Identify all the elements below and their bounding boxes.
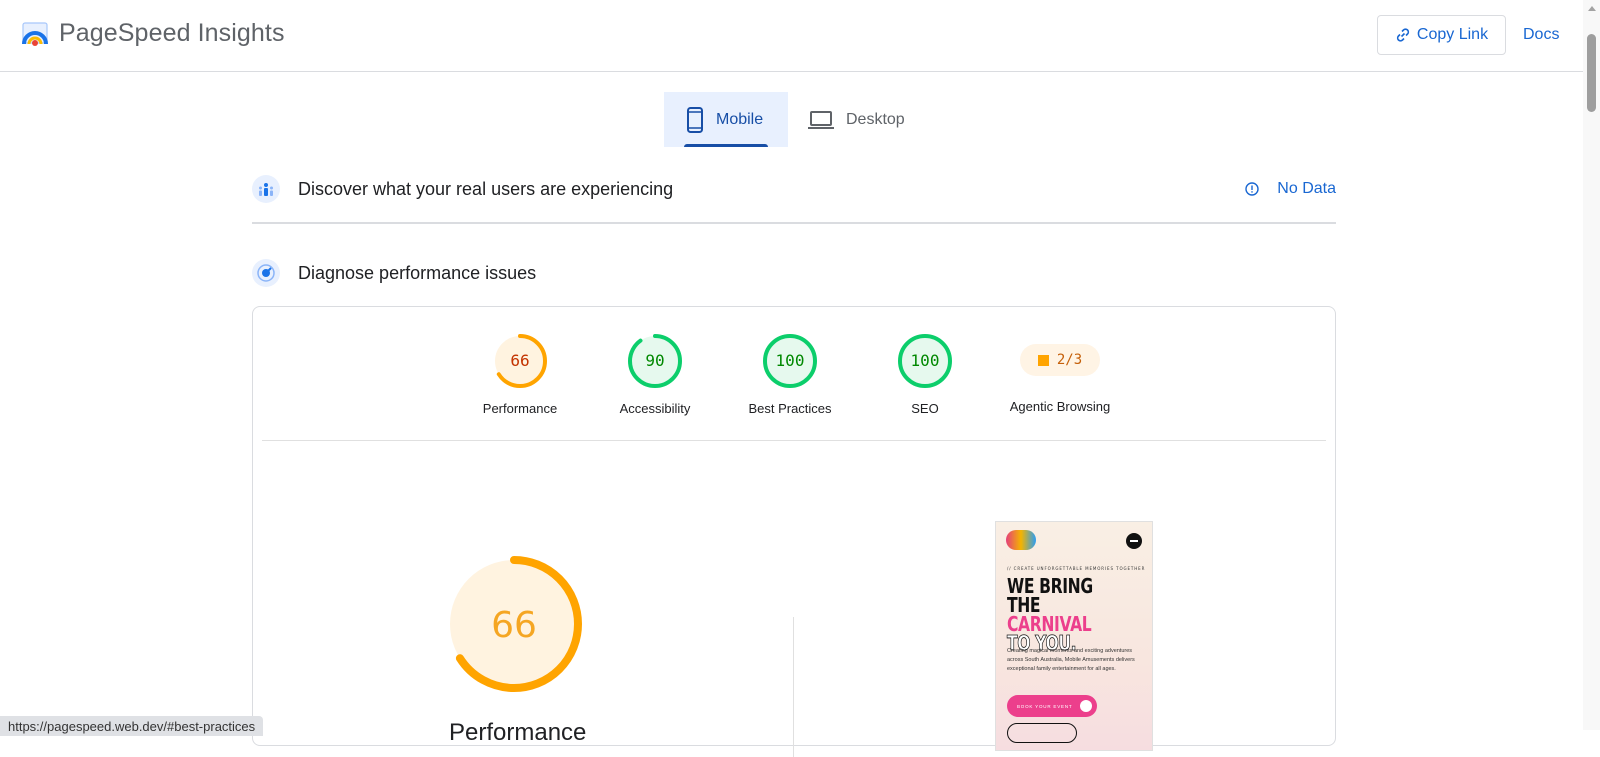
hamburger-menu-icon — [1126, 533, 1142, 549]
seo-score: 100 — [911, 351, 940, 370]
no-data-label: No Data — [1277, 180, 1336, 197]
accessibility-gauge-icon: 90 — [628, 334, 682, 388]
site-logo-icon — [1006, 530, 1036, 550]
best-practices-label: Best Practices — [748, 401, 832, 416]
link-icon — [1396, 28, 1410, 42]
performance-score: 66 — [510, 351, 529, 370]
vertical-scrollbar[interactable] — [1583, 0, 1600, 730]
tab-desktop-label: Desktop — [846, 110, 905, 128]
performance-gauge-icon: 66 — [493, 334, 547, 388]
scroll-up-arrow-icon[interactable] — [1588, 6, 1596, 11]
best-practices-score: 100 — [776, 351, 805, 370]
accessibility-score: 90 — [645, 351, 664, 370]
tab-mobile-label: Mobile — [716, 110, 764, 128]
vertical-divider — [793, 617, 794, 757]
best-practices-gauge-icon: 100 — [763, 334, 817, 388]
site-heading-line1: WE BRING THE — [1007, 574, 1093, 617]
agentic-browsing-score: 2/3 — [1056, 352, 1083, 368]
diagnose-icon — [252, 259, 280, 287]
site-tagline: // CREATE UNFORGETTABLE MEMORIES TOGETHE… — [1007, 566, 1146, 571]
site-secondary-button — [1007, 723, 1077, 743]
page-screenshot: // CREATE UNFORGETTABLE MEMORIES TOGETHE… — [995, 521, 1153, 751]
no-data-indicator[interactable]: No Data — [1245, 180, 1336, 198]
site-cta-label: BOOK YOUR EVENT — [1017, 703, 1073, 709]
report-card: 66 Performance 90 Accessibility 100 Best… — [252, 306, 1336, 757]
arrow-circle-icon — [1080, 700, 1092, 712]
performance-big-score: 66 — [491, 605, 537, 646]
diagnose-section: Diagnose performance issues — [252, 253, 1336, 293]
gauge-best-practices[interactable]: 100 Best Practices — [725, 333, 855, 416]
docs-link[interactable]: Docs — [1523, 26, 1559, 44]
accessibility-label: Accessibility — [619, 401, 691, 416]
real-users-title[interactable]: Discover what your real users are experi… — [298, 179, 673, 200]
agentic-browsing-label: Agentic Browsing — [1009, 399, 1111, 414]
seo-label: SEO — [911, 401, 939, 416]
section-divider — [252, 222, 1336, 224]
diagnose-title[interactable]: Diagnose performance issues — [298, 263, 536, 284]
mobile-phone-icon — [687, 106, 703, 133]
site-heading: WE BRING THE CARNIVAL TO YOU. — [1007, 574, 1120, 653]
gauge-performance[interactable]: 66 Performance — [455, 333, 585, 416]
gauge-accessibility[interactable]: 90 Accessibility — [590, 333, 720, 416]
site-cta-button: BOOK YOUR EVENT — [1007, 695, 1097, 717]
performance-big-gauge[interactable]: 66 — [444, 554, 584, 694]
gauge-seo[interactable]: 100 SEO — [860, 333, 990, 416]
copy-link-button[interactable]: Copy Link — [1377, 15, 1506, 55]
card-divider — [262, 440, 1326, 441]
performance-detail-title: Performance — [449, 719, 587, 746]
score-gauges: 66 Performance 90 Accessibility 100 Best… — [253, 307, 1335, 441]
device-tabs: Mobile Desktop — [664, 92, 927, 147]
gauge-agentic-browsing[interactable]: 2/3 Agentic Browsing — [995, 333, 1125, 414]
users-icon — [252, 175, 280, 203]
tab-desktop[interactable]: Desktop — [788, 92, 927, 147]
info-icon — [1245, 182, 1259, 196]
average-square-icon — [1037, 354, 1049, 366]
scroll-thumb[interactable] — [1587, 34, 1596, 112]
site-body-text: Creating magical moments and exciting ad… — [1007, 648, 1135, 672]
seo-gauge-icon: 100 — [898, 334, 952, 388]
laptop-icon — [808, 110, 834, 129]
app-title[interactable]: PageSpeed Insights — [59, 19, 285, 48]
tab-mobile[interactable]: Mobile — [664, 92, 788, 147]
status-bar-url: https://pagespeed.web.dev/#best-practice… — [0, 716, 264, 736]
agentic-browsing-pill: 2/3 — [1020, 344, 1100, 376]
pagespeed-logo-icon[interactable] — [20, 20, 50, 48]
copy-link-label: Copy Link — [1416, 26, 1489, 43]
real-users-section: Discover what your real users are experi… — [252, 169, 1336, 209]
top-header: PageSpeed Insights Copy Link Docs — [0, 0, 1600, 72]
performance-label: Performance — [482, 401, 558, 416]
